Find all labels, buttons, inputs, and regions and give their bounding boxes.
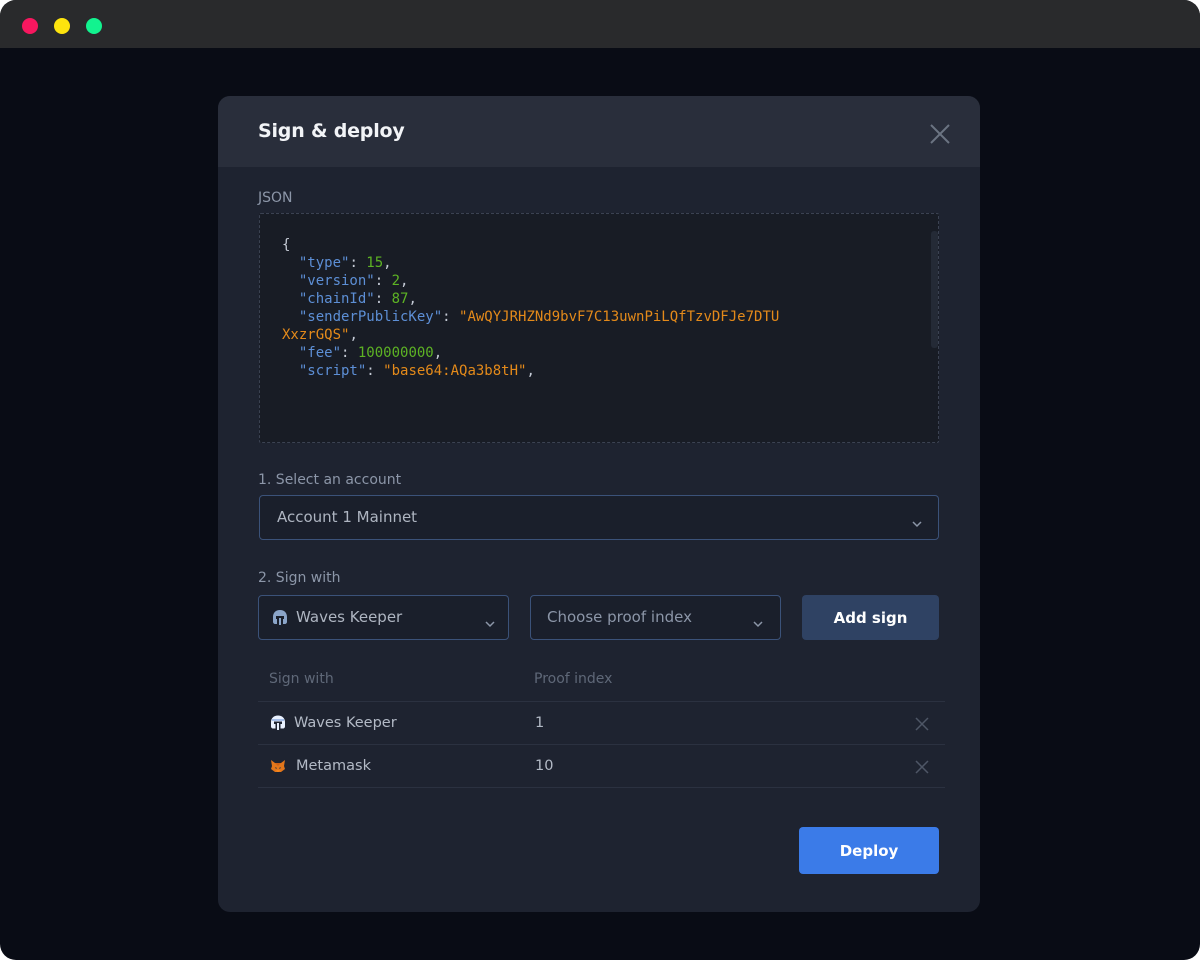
account-label: 1. Select an account [258,472,402,488]
signer-name: Waves Keeper [294,715,397,731]
json-key: "senderPublicKey" [298,309,443,325]
column-header-sign-with: Sign with [269,671,334,687]
window-minimize-button[interactable] [54,18,70,34]
json-key: "fee" [298,345,342,361]
json-value: "AwQYJRHZNd9bvF7C13uwnPiLQfTzvDFJe7DTU [459,309,780,325]
json-label: JSON [258,190,293,206]
json-value: 100000000 [357,345,434,361]
table-row: Waves Keeper 1 [258,702,945,745]
app-window: Sign & deploy JSON { "type": 15, "versio… [0,0,1200,960]
json-open-brace: { [282,237,291,253]
json-scrollbar[interactable] [931,231,938,348]
close-icon[interactable] [928,122,952,146]
remove-sign-icon[interactable] [915,759,929,774]
chevron-down-icon [912,513,922,528]
json-key: "type" [298,255,350,271]
window-titlebar [0,0,1200,48]
json-value: "base64:AQa3b8tH" [383,363,527,379]
column-header-proof-index: Proof index [534,671,613,687]
proof-index-value: 1 [535,715,545,731]
chevron-down-icon [753,613,763,628]
remove-sign-icon[interactable] [915,716,929,731]
json-value-continuation: XxzrGQS" [282,327,350,343]
json-value: 15 [366,255,384,271]
signer-name: Metamask [296,758,371,774]
proof-index-select[interactable]: Choose proof index [530,595,781,640]
waves-keeper-icon [272,609,288,627]
account-select[interactable]: Account 1 Mainnet [259,495,939,540]
chevron-down-icon [485,613,495,628]
sign-with-label: 2. Sign with [258,570,341,586]
account-select-value: Account 1 Mainnet [277,508,418,526]
signatures-table: Sign with Proof index Waves Keeper 1 Met… [258,660,945,788]
table-row: Metamask 10 [258,745,945,788]
json-key: "version" [298,273,375,289]
json-code: { "type": 15, "version": 2, "chainId": 8… [282,237,780,379]
deploy-button[interactable]: Deploy [799,827,939,874]
json-key: "chainId" [298,291,375,307]
waves-keeper-icon [270,715,286,731]
signer-select[interactable]: Waves Keeper [258,595,509,640]
dialog-header: Sign & deploy [218,96,980,167]
proof-index-value: 10 [535,758,554,774]
metamask-icon [270,758,286,774]
window-close-button[interactable] [22,18,38,34]
sign-deploy-dialog: Sign & deploy JSON { "type": 15, "versio… [218,96,980,912]
signer-select-value: Waves Keeper [296,608,403,626]
json-value: 87 [391,291,409,307]
json-editor[interactable]: { "type": 15, "version": 2, "chainId": 8… [259,213,939,443]
window-maximize-button[interactable] [86,18,102,34]
add-sign-button[interactable]: Add sign [802,595,939,640]
json-value: 2 [391,273,401,289]
table-header: Sign with Proof index [258,660,945,702]
json-key: "script" [298,363,367,379]
proof-index-placeholder: Choose proof index [547,608,692,626]
dialog-title: Sign & deploy [258,120,405,142]
